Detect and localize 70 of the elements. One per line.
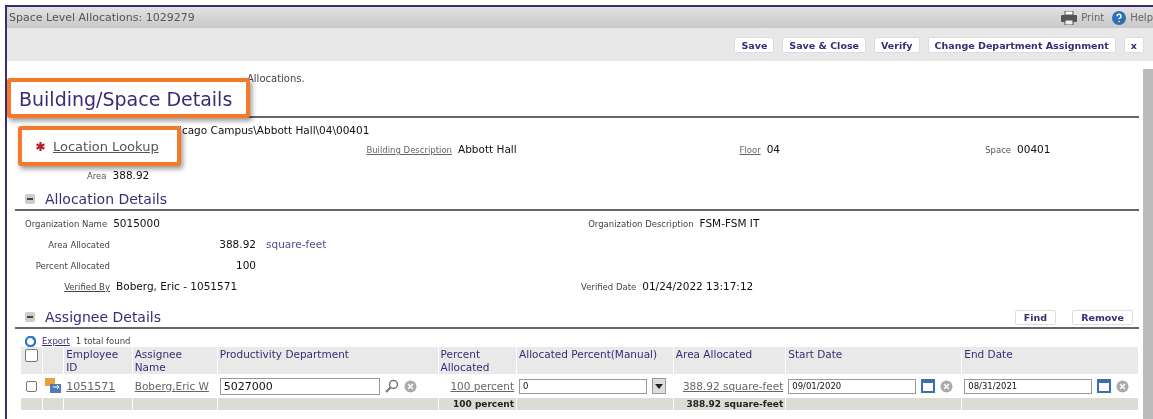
- field-value: 01/24/2022 13:17:12: [642, 280, 754, 292]
- field-value: 388.92: [112, 169, 150, 181]
- total-area: 388.92 square-feet: [686, 399, 784, 409]
- search-icon[interactable]: [384, 379, 399, 393]
- field-value: 388.92: [218, 238, 256, 250]
- clear-icon[interactable]: [940, 379, 954, 393]
- end-date-field[interactable]: 08/31/2021: [964, 378, 1093, 394]
- field-link[interactable]: Building Description: [366, 145, 452, 155]
- column-header: Employee ID: [66, 348, 119, 373]
- field-value: 100: [234, 259, 256, 271]
- toolbar-button[interactable]: Save & Close: [782, 36, 866, 53]
- printer-icon: [1061, 10, 1078, 25]
- field-label: Organization Name: [24, 219, 109, 229]
- field-value: 00401: [1017, 143, 1051, 155]
- field-value: 5015000: [113, 217, 161, 229]
- close-button[interactable]: x: [1123, 36, 1144, 53]
- field-label: Space: [985, 145, 1012, 155]
- section-title: Assignee Details: [45, 309, 162, 325]
- calendar-icon[interactable]: [1097, 379, 1112, 393]
- calendar-icon[interactable]: [921, 379, 936, 393]
- export-link[interactable]: Export: [42, 336, 70, 346]
- dropdown-icon[interactable]: [652, 378, 667, 394]
- result-count: 1 total found: [75, 336, 131, 346]
- field-value: FSM-FSM IT: [699, 217, 760, 229]
- department-field[interactable]: 5027000: [219, 377, 380, 395]
- swap-icon[interactable]: [45, 377, 62, 393]
- assignee-name-link[interactable]: Boberg,Eric W: [134, 380, 209, 392]
- section-button[interactable]: Find: [1014, 309, 1057, 325]
- field-label: Verified Date: [580, 282, 638, 292]
- column-header: Assignee Name: [134, 348, 182, 373]
- section-title: Allocation Details: [45, 191, 167, 207]
- section-button[interactable]: Remove: [1072, 309, 1133, 325]
- window-title: Space Level Allocations: 1029279: [9, 11, 196, 24]
- column-header: Percent Allocated: [440, 348, 490, 373]
- row-checkbox[interactable]: [26, 381, 38, 393]
- help-link[interactable]: Help: [1112, 10, 1153, 25]
- select-all-checkbox[interactable]: [25, 348, 39, 362]
- field-label: Area Allocated: [47, 240, 111, 250]
- field-label: Area: [87, 171, 107, 181]
- field-value: Boberg, Eric - 1051571: [116, 280, 239, 292]
- clear-icon[interactable]: [403, 379, 417, 393]
- toolbar-button[interactable]: Save: [734, 36, 775, 53]
- field-label: Percent Allocated: [34, 261, 111, 271]
- employee-id-link[interactable]: 1051571: [66, 379, 116, 393]
- percent-link[interactable]: 100 percent: [450, 380, 515, 392]
- total-percent: 100 percent: [452, 399, 515, 409]
- column-header: Start Date: [788, 348, 843, 360]
- collapse-icon[interactable]: [25, 194, 35, 204]
- scrollbar[interactable]: [1143, 69, 1153, 419]
- manual-percent-field[interactable]: 0: [519, 378, 648, 394]
- clear-icon[interactable]: [1116, 379, 1130, 393]
- help-icon: [1112, 10, 1127, 25]
- area-link[interactable]: 388.92 square-feet: [682, 380, 784, 392]
- column-header: Area Allocated: [675, 348, 753, 360]
- column-header: End Date: [964, 348, 1013, 360]
- collapse-icon[interactable]: [25, 312, 35, 322]
- field-link[interactable]: Floor: [739, 145, 761, 155]
- callout-heading: Building/Space Details: [7, 78, 250, 118]
- field-label: Organization Description: [587, 219, 695, 229]
- column-header: Allocated Percent(Manual): [519, 348, 658, 360]
- verified-by-link[interactable]: Verified By: [15, 282, 116, 292]
- field-value: Abbott Hall: [458, 143, 517, 155]
- field-value: 04: [766, 143, 781, 155]
- toolbar-button[interactable]: Verify: [874, 36, 920, 53]
- column-header: Productivity Department: [219, 348, 349, 360]
- toolbar-button[interactable]: Change Department Assignment: [927, 36, 1116, 53]
- print-link[interactable]: Print: [1061, 10, 1105, 25]
- refresh-icon[interactable]: [25, 335, 36, 347]
- start-date-field[interactable]: 09/01/2020: [788, 378, 917, 394]
- unit-text: square-feet: [265, 238, 327, 250]
